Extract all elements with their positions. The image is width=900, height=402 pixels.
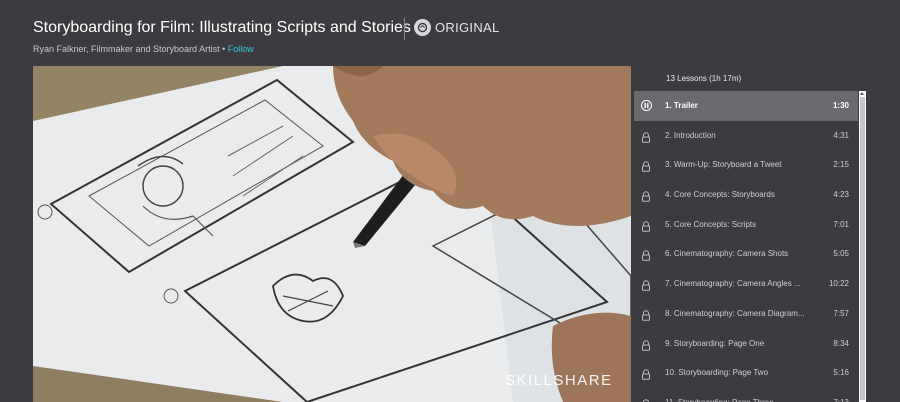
lesson-item[interactable]: 1. Trailer 1:30 — [634, 91, 858, 121]
original-label: ORIGINAL — [435, 20, 500, 35]
lock-icon — [641, 130, 653, 143]
lesson-item[interactable]: 6. Cinematography: Camera Shots 5:05 — [634, 239, 858, 269]
lesson-playlist: 13 Lessons (1h 17m) 1. Trailer 1:30 2. Int… — [634, 66, 867, 402]
video-player[interactable]: SKILLSHARE — [33, 66, 631, 402]
lesson-duration: 8:34 — [833, 338, 849, 348]
lesson-title: 4. Core Concepts: Storyboards — [665, 190, 775, 200]
lesson-item[interactable]: 9. Storyboarding: Page One 8:34 — [634, 329, 858, 359]
lesson-title: 2. Introduction — [665, 130, 716, 140]
lock-icon — [641, 278, 653, 291]
lesson-item[interactable]: 7. Cinematography: Camera Angles ... 10:2… — [634, 269, 858, 299]
playlist-scrollbar[interactable] — [859, 91, 866, 402]
pause-icon — [641, 100, 653, 112]
lesson-duration: 2:15 — [833, 160, 849, 170]
lesson-item[interactable]: 11. Storyboarding: Page Three 7:13 — [634, 388, 858, 402]
lesson-duration: 4:23 — [833, 190, 849, 200]
course-title: Storyboarding for Film: Illustrating Scr… — [33, 19, 411, 36]
lesson-title: 7. Cinematography: Camera Angles ... — [665, 279, 801, 289]
lesson-title: 5. Core Concepts: Scripts — [665, 219, 757, 229]
author-line: Ryan Falkner, Filmmaker and Storyboard A… — [33, 44, 254, 54]
lesson-list[interactable]: 1. Trailer 1:30 2. Introduction 4:31 3. Warm… — [634, 91, 858, 402]
lesson-duration: 1:30 — [832, 101, 849, 110]
lesson-item[interactable]: 4. Core Concepts: Storyboards 4:23 — [634, 180, 858, 210]
lesson-duration: 7:01 — [833, 219, 849, 229]
lock-icon — [641, 189, 653, 202]
lock-icon — [641, 219, 653, 232]
lesson-duration: 4:31 — [833, 130, 849, 140]
lock-icon — [641, 248, 653, 262]
lesson-duration: 5:16 — [833, 368, 849, 378]
lock-icon — [641, 338, 653, 351]
skillshare-watermark: SKILLSHARE — [505, 372, 613, 389]
follow-link[interactable]: Follow — [228, 44, 254, 54]
lock-icon — [641, 159, 653, 173]
scroll-thumb[interactable] — [860, 97, 865, 400]
lesson-title: 9. Storyboarding: Page One — [665, 338, 765, 348]
lesson-title: 6. Cinematography: Camera Shots — [665, 249, 789, 259]
lesson-item[interactable]: 10. Storyboarding: Page Two 5:16 — [634, 358, 858, 388]
lesson-item[interactable]: 3. Warm-Up: Storyboard a Tweet 2:15 — [634, 150, 858, 180]
original-badge: ORIGINAL — [414, 19, 500, 36]
lesson-title: 3. Warm-Up: Storyboard a Tweet — [665, 160, 782, 170]
author-separator: • — [219, 44, 228, 54]
lesson-item[interactable]: 2. Introduction 4:31 — [634, 121, 858, 151]
video-frame — [33, 66, 631, 402]
lesson-title: 11. Storyboarding: Page Three — [665, 398, 820, 402]
lessons-summary: 13 Lessons (1h 17m) — [666, 74, 742, 83]
lesson-title: 10. Storyboarding: Page Two — [665, 368, 769, 378]
lesson-duration: 10:22 — [828, 279, 849, 289]
lesson-title: 1. Trailer — [665, 101, 698, 110]
course-header: Storyboarding for Film: Illustrating Scr… — [0, 0, 900, 66]
lesson-duration: 5:05 — [833, 249, 849, 259]
lesson-item[interactable]: 5. Core Concepts: Scripts 7:01 — [634, 210, 858, 240]
author-name: Ryan Falkner, Filmmaker and Storyboard A… — [33, 44, 220, 54]
scroll-up-arrow-icon[interactable] — [860, 92, 864, 95]
lesson-item[interactable]: 8. Cinematography: Camera Diagram... 7:57 — [634, 299, 858, 329]
lock-icon — [641, 308, 653, 321]
lesson-duration: 7:13 — [833, 398, 849, 402]
lock-icon — [641, 367, 653, 380]
skillshare-original-icon — [414, 19, 431, 36]
lesson-title: 8. Cinematography: Camera Diagram... — [665, 308, 805, 318]
title-divider — [404, 18, 405, 40]
lock-icon — [641, 397, 653, 402]
lesson-duration: 7:57 — [833, 308, 849, 318]
